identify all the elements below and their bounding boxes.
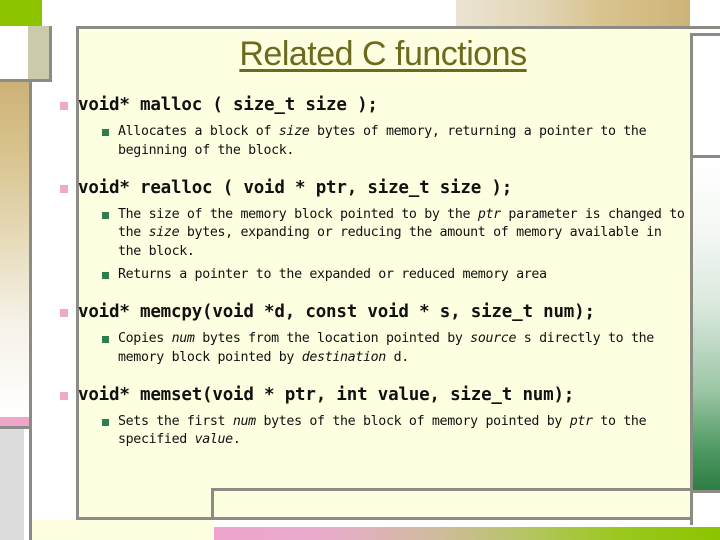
decoration-green-square [0,0,42,26]
square-subbullet-icon [102,128,109,136]
function-description-text: Allocates a block of size bytes of memor… [118,123,647,158]
function-description-text: Copies num bytes from the location point… [118,330,654,365]
square-bullet-icon [60,309,68,317]
function-description-text: Returns a pointer to the expanded or red… [118,267,547,283]
function-signature-text: void* memset(void * ptr, int value, size… [78,384,575,405]
function-signature-text: void* memcpy(void *d, const void * s, si… [78,302,595,322]
slide-body: void* malloc ( size_t size ); Allocates a… [60,95,685,450]
function-description-item: The size of the memory block pointed to … [102,206,685,263]
decoration-top-tan-gradient [456,0,690,26]
page-title: Related C functions [239,35,527,73]
square-subbullet-icon [102,211,109,219]
square-subbullet-icon [102,335,109,343]
function-signature-text: void* malloc ( size_t size ); [78,95,378,115]
decoration-left-pink-band [0,417,29,426]
decoration-bottom-left-pale [32,520,214,540]
bullet-group: void* realloc ( void * ptr, size_t size … [60,178,685,285]
function-description-item: Allocates a block of size bytes of memor… [102,123,685,161]
bullet-group: void* memset(void * ptr, int value, size… [60,385,685,451]
function-signature-item: void* memcpy(void *d, const void * s, si… [60,302,685,324]
square-subbullet-icon [102,418,109,426]
decoration-bottom-box [211,488,690,520]
decoration-right-rule-bottom [693,490,720,493]
square-bullet-icon [60,184,68,193]
decoration-left-tan-gradient [0,82,29,417]
function-signature-text: void* realloc ( void * ptr, size_t size … [78,177,513,198]
bullet-group: void* memcpy(void *d, const void * s, si… [60,302,685,368]
decoration-right-green-gradient [693,158,720,490]
function-description-item: Sets the first num bytes of the block of… [102,413,685,451]
square-subbullet-icon [102,272,109,280]
decoration-left-vertical-rule [29,79,32,540]
square-bullet-icon [60,391,68,400]
function-description-item: Returns a pointer to the expanded or red… [102,266,685,285]
decoration-bottom-gradient-bar [214,527,720,540]
decoration-left-grey-block [0,429,24,540]
bullet-group: void* malloc ( size_t size ); Allocates a… [60,95,685,161]
decoration-khaki-square [28,26,52,82]
square-bullet-icon [60,102,68,110]
function-signature-item: void* realloc ( void * ptr, size_t size … [60,178,685,200]
function-description-item: Copies num bytes from the location point… [102,330,685,368]
function-description-text: The size of the memory block pointed to … [118,206,685,260]
function-description-text: Sets the first num bytes of the block of… [118,413,647,448]
function-signature-item: void* malloc ( size_t size ); [60,95,685,117]
slide: Related C functions void* malloc ( size_… [0,0,720,540]
function-signature-item: void* memset(void * ptr, int value, size… [60,385,685,407]
decoration-bottom-rule [76,517,690,520]
